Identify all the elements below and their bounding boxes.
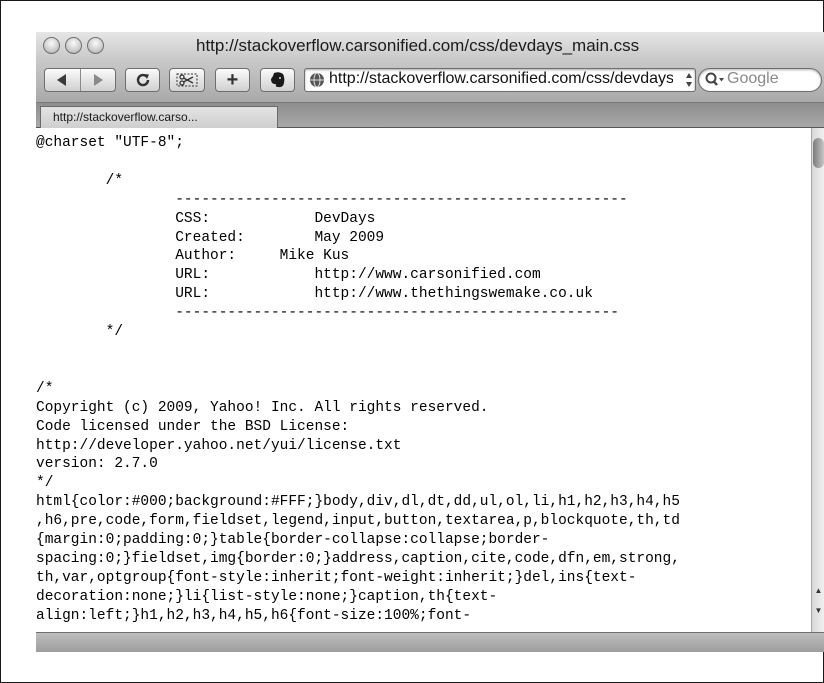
- zoom-window-button[interactable]: [87, 37, 104, 54]
- add-bookmark-button[interactable]: +: [215, 68, 250, 92]
- window-title: http://stackoverflow.carsonified.com/css…: [196, 36, 640, 55]
- close-window-button[interactable]: [43, 37, 60, 54]
- elephant-icon: [270, 72, 284, 88]
- minimize-window-button[interactable]: [65, 37, 82, 54]
- forward-arrow-icon: [93, 74, 103, 86]
- globe-icon: [310, 72, 324, 88]
- chevron-down-icon[interactable]: [685, 71, 693, 89]
- reload-icon: [136, 73, 149, 87]
- address-bar[interactable]: http://stackoverflow.carsonified.com/css…: [304, 68, 696, 92]
- search-icon: [705, 72, 724, 86]
- search-input[interactable]: Google: [698, 68, 822, 92]
- scroll-down-arrow-icon[interactable]: ▼: [813, 602, 824, 620]
- search-placeholder: Google: [727, 70, 779, 87]
- snip-button[interactable]: [169, 68, 205, 92]
- address-text: http://stackoverflow.carsonified.com/css…: [329, 70, 673, 87]
- evernote-button[interactable]: [260, 68, 295, 92]
- forward-button[interactable]: [81, 69, 116, 91]
- back-forward-control: [44, 68, 116, 92]
- browser-window: http://stackoverflow.carsonified.com/css…: [36, 32, 824, 652]
- scissors-icon: [176, 73, 198, 87]
- back-arrow-icon: [57, 74, 67, 86]
- tab-bar: http://stackoverflow.carso...: [36, 103, 824, 128]
- vertical-scrollbar[interactable]: ▲ ▼: [811, 128, 824, 632]
- toolbar: + http://stackoverflow.carsonified.com/c…: [36, 60, 824, 103]
- scrollbar-thumb[interactable]: [813, 138, 824, 168]
- page-content[interactable]: @charset "UTF-8"; /* -------------------…: [36, 128, 811, 632]
- css-source-text: @charset "UTF-8"; /* -------------------…: [36, 135, 680, 624]
- tab-current-page[interactable]: http://stackoverflow.carso...: [40, 106, 278, 128]
- tab-label: http://stackoverflow.carso...: [53, 110, 198, 124]
- reload-button[interactable]: [125, 68, 160, 92]
- back-button[interactable]: [45, 69, 80, 91]
- title-bar[interactable]: http://stackoverflow.carsonified.com/css…: [36, 32, 824, 60]
- scroll-up-arrow-icon[interactable]: ▲: [813, 582, 824, 600]
- status-bar: [36, 632, 824, 652]
